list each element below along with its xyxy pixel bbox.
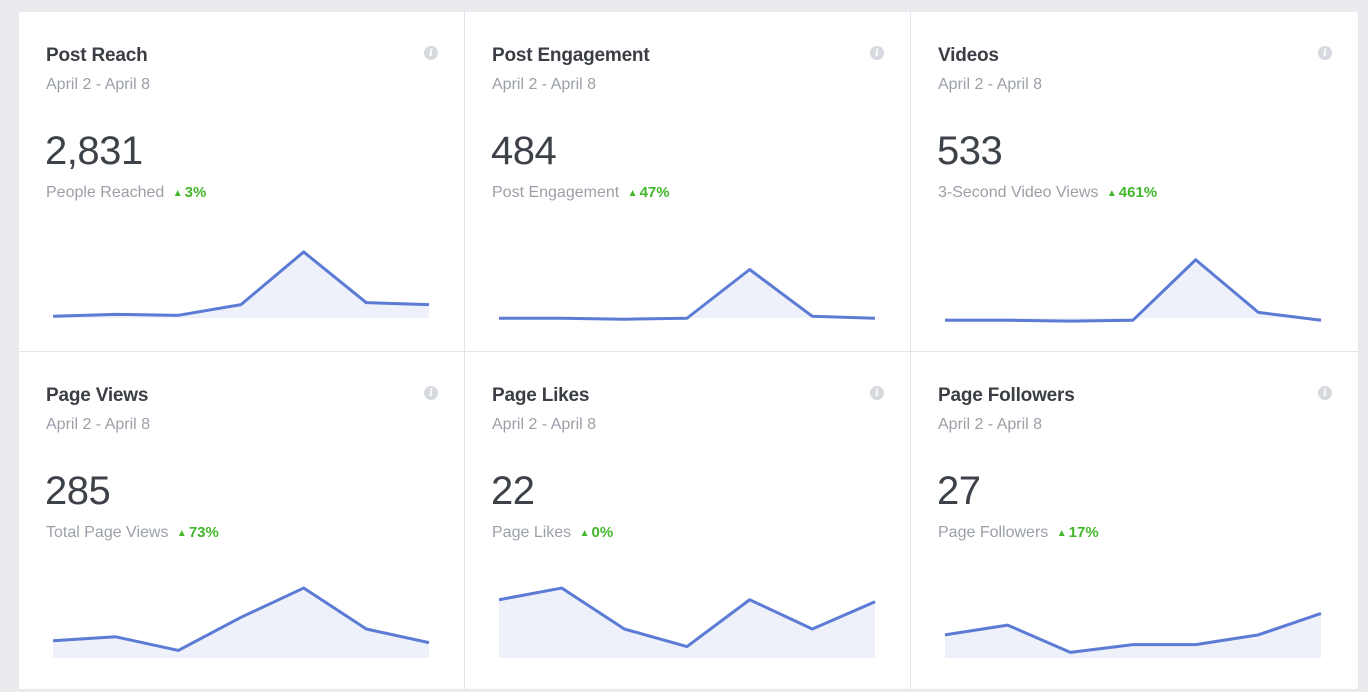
sparkline-chart — [944, 611, 1322, 658]
sparkline-line — [945, 258, 1322, 323]
insight-card-page-followers[interactable]: Page Followers April 2 - April 8 i 27 Pa… — [911, 352, 1359, 690]
insight-card-videos[interactable]: Videos April 2 - April 8 i 533 3-Second … — [911, 12, 1359, 352]
insights-grid: Post Reach April 2 - April 8 i 2,831 Peo… — [19, 12, 1359, 690]
insight-card-page-likes[interactable]: Page Likes April 2 - April 8 i 22 Page L… — [465, 352, 911, 690]
insight-card-post-engagement[interactable]: Post Engagement April 2 - April 8 i 484 … — [465, 12, 911, 352]
sparkline-chart — [944, 258, 1322, 323]
sparkline-area — [945, 613, 1321, 658]
sparkline-chart — [498, 586, 876, 658]
sparkline-area — [499, 269, 875, 320]
sparkline-chart — [52, 250, 430, 318]
sparkline-line — [499, 268, 876, 321]
insight-card-post-reach[interactable]: Post Reach April 2 - April 8 i 2,831 Peo… — [19, 12, 465, 352]
sparkline-area — [53, 251, 429, 318]
sparkline-chart — [52, 586, 430, 658]
sparkline-chart — [498, 268, 876, 321]
insight-card-page-views[interactable]: Page Views April 2 - April 8 i 285 Total… — [19, 352, 465, 690]
sparkline-area — [53, 588, 429, 658]
